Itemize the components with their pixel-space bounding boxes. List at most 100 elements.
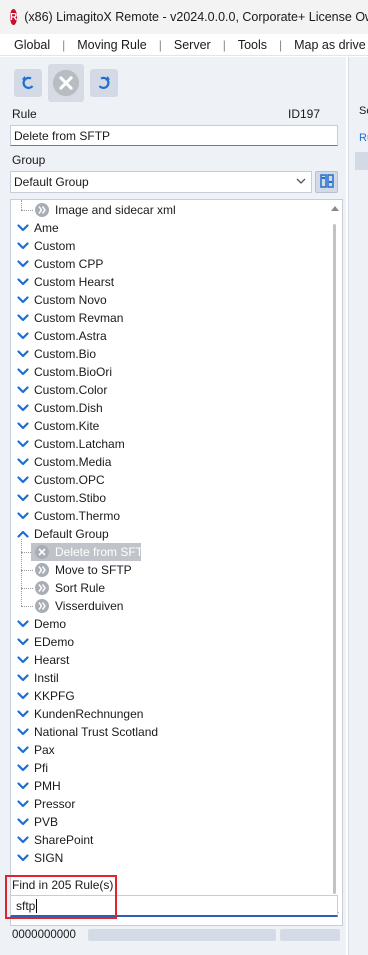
redo-button[interactable] [86,64,122,102]
menu-map-as-drive[interactable]: Map as drive [288,38,368,52]
menu-global[interactable]: Global [8,38,56,52]
rules-tree[interactable]: Image and sidecar xml Ame Custom Custom CPP… [10,199,343,926]
tree-group-custom-dish[interactable]: Custom.Dish [11,399,329,417]
chevron-down-icon[interactable] [16,275,30,289]
chevron-down-icon[interactable] [16,401,30,415]
menu-tools[interactable]: Tools [232,38,273,52]
tree-group-custom[interactable]: Custom [11,237,329,255]
tree-group-custom-bio[interactable]: Custom.Bio [11,345,329,363]
tree-group-demo[interactable]: Demo [11,615,329,633]
tree-group-default-group[interactable]: Default Group [11,525,329,543]
menu-separator: | [158,37,162,52]
chevron-down-icon[interactable] [16,815,30,829]
tree-group-national-trust-scotland[interactable]: National Trust Scotland [11,723,329,741]
tree-group-custom-color[interactable]: Custom.Color [11,381,329,399]
tree-group-custom-novo[interactable]: Custom Novo [11,291,329,309]
tree-group-custom-thermo[interactable]: Custom.Thermo [11,507,329,525]
chevron-down-icon[interactable] [16,509,30,523]
tree-group-custom-latcham[interactable]: Custom.Latcham [11,435,329,453]
chevron-down-icon[interactable] [16,851,30,865]
right-panel: Sc Ru [348,57,368,955]
chevron-down-icon[interactable] [16,797,30,811]
right-panel-tab[interactable]: Sc [359,105,368,117]
delete-rule-button[interactable] [48,64,84,102]
tree-group-custom-opc[interactable]: Custom.OPC [11,471,329,489]
tree-group-ame[interactable]: Ame [11,219,329,237]
right-panel-link[interactable]: Ru [359,132,368,144]
tree-group-kundenrechnungen[interactable]: KundenRechnungen [11,705,329,723]
print-icon[interactable] [355,152,368,170]
tree-node-label: Custom CPP [34,257,104,271]
group-select[interactable]: Default Group [10,171,312,193]
tree-group-custom-astra[interactable]: Custom.Astra [11,327,329,345]
chevron-down-icon[interactable] [16,779,30,793]
tree-group-custom-hearst[interactable]: Custom Hearst [11,273,329,291]
play-rule-icon [35,599,49,613]
tree-group-pvb[interactable]: PVB [11,813,329,831]
chevron-down-icon[interactable] [16,257,30,271]
menu-server[interactable]: Server [168,38,217,52]
tree-node-label: Visserduiven [55,599,124,613]
tree-group-edemo[interactable]: EDemo [11,633,329,651]
tree-node-label: Hearst [34,653,70,667]
menu-moving-rule[interactable]: Moving Rule [71,38,152,52]
chevron-down-icon[interactable] [16,293,30,307]
chevron-down-icon[interactable] [16,419,30,433]
tree-group-pax[interactable]: Pax [11,741,329,759]
tree-group-custom-media[interactable]: Custom.Media [11,453,329,471]
chevron-down-icon[interactable] [16,383,30,397]
chevron-down-icon[interactable] [16,671,30,685]
redo-icon [90,69,118,97]
chevron-down-icon[interactable] [16,725,30,739]
tree-group-custom-cpp[interactable]: Custom CPP [11,255,329,273]
tree-scrollbar[interactable] [328,200,342,925]
tree-rule-visserduiven[interactable]: Visserduiven [11,597,329,615]
chevron-down-icon[interactable] [16,473,30,487]
status-segment [280,929,340,941]
tree-group-custom-kite[interactable]: Custom.Kite [11,417,329,435]
play-rule-icon [35,203,49,217]
chevron-down-icon[interactable] [16,653,30,667]
status-bar: 0000000000 [0,925,346,945]
tree-group-hearst[interactable]: Hearst [11,651,329,669]
chevron-down-icon[interactable] [16,221,30,235]
chevron-down-icon[interactable] [16,491,30,505]
tree-rule-image-and-sidecar-xml[interactable]: Image and sidecar xml [11,201,329,219]
chevron-down-icon[interactable] [16,311,30,325]
chevron-down-icon[interactable] [16,329,30,343]
rule-name-field[interactable]: Delete from SFTP [10,125,338,146]
tree-group-instil[interactable]: Instil [11,669,329,687]
chevron-down-icon[interactable] [16,833,30,847]
tree-group-sign[interactable]: SIGN [11,849,329,867]
scroll-up-arrow-icon[interactable] [331,206,339,211]
rule-toolbar [10,61,128,105]
chevron-down-icon[interactable] [16,347,30,361]
chevron-down-icon[interactable] [16,635,30,649]
chevron-down-icon[interactable] [16,455,30,469]
chevron-down-icon[interactable] [16,617,30,631]
chevron-down-icon[interactable] [16,689,30,703]
chevron-down-icon[interactable] [16,365,30,379]
chevron-down-icon[interactable] [16,743,30,757]
tree-group-custom-revman[interactable]: Custom Revman [11,309,329,327]
tree-group-pmh[interactable]: PMH [11,777,329,795]
chevron-up-icon[interactable] [16,527,30,541]
tree-group-sharepoint[interactable]: SharePoint [11,831,329,849]
undo-button[interactable] [10,64,46,102]
tree-rule-sort-rule[interactable]: Sort Rule [11,579,329,597]
tree-rule-move-to-sftp[interactable]: Move to SFTP [11,561,329,579]
tree-group-custom-bioori[interactable]: Custom.BioOri [11,363,329,381]
scrollbar-thumb[interactable] [333,224,336,894]
tree-group-pfi[interactable]: Pfi [11,759,329,777]
manage-groups-button[interactable] [315,171,338,193]
chevron-down-icon[interactable] [16,239,30,253]
tree-group-custom-stibo[interactable]: Custom.Stibo [11,489,329,507]
tree-rule-delete-from-sftp[interactable]: Delete from SFTP [11,543,329,561]
tree-group-kkpfg[interactable]: KKPFG [11,687,329,705]
tree-group-pressor[interactable]: Pressor [11,795,329,813]
chevron-down-icon[interactable] [16,707,30,721]
chevron-down-icon[interactable] [16,437,30,451]
tree-node-label: Custom.Stibo [34,491,107,505]
tree-node-label: Custom.Color [34,383,108,397]
chevron-down-icon[interactable] [16,761,30,775]
